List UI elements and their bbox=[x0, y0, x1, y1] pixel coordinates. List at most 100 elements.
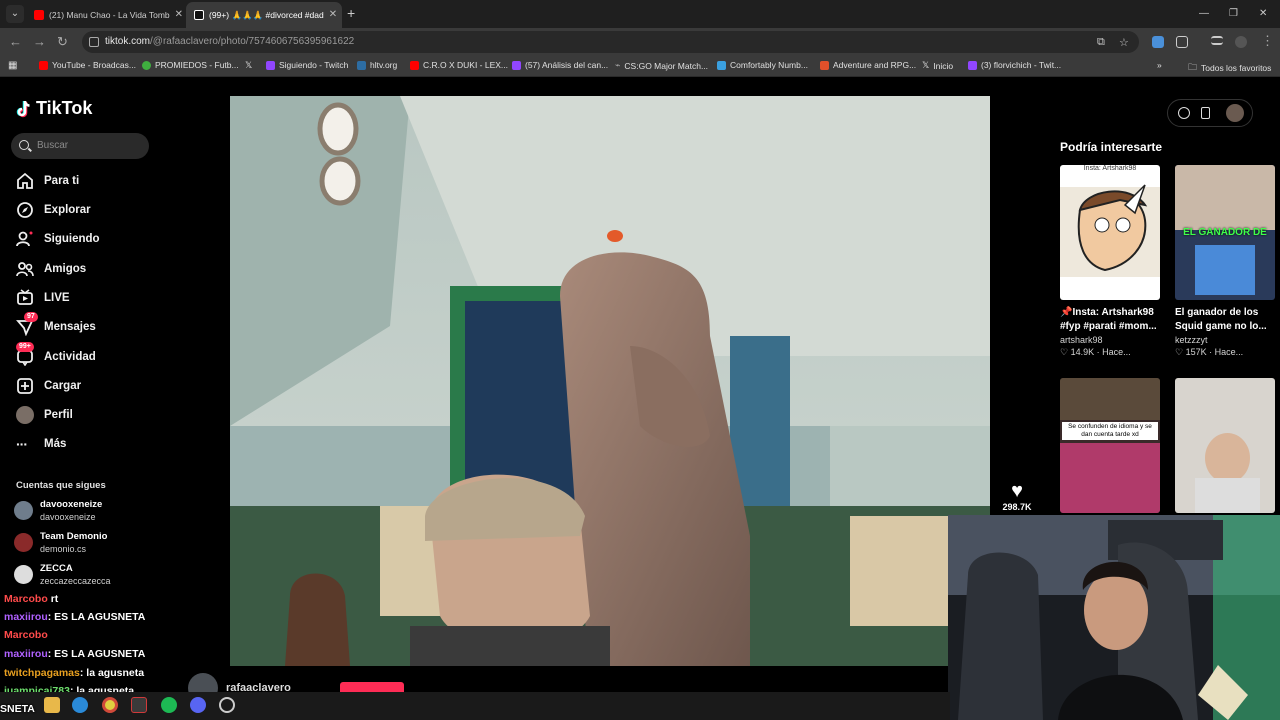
url-input[interactable]: tiktok.com/@rafaaclavero/photo/757460675… bbox=[82, 31, 1139, 53]
bookmark-item[interactable]: 𝕏 bbox=[245, 60, 252, 71]
nav-explorar[interactable]: Explorar bbox=[16, 199, 91, 221]
extension-icon[interactable] bbox=[1152, 36, 1164, 48]
nav-cargar[interactable]: Cargar bbox=[16, 375, 81, 397]
card-caption-tags: #fyp #parati #mom... bbox=[1060, 321, 1157, 332]
moai-museum-photo bbox=[230, 96, 990, 666]
menu-kebab-icon[interactable]: ⋮ bbox=[1261, 34, 1274, 47]
bookmark-item[interactable]: (3) florvichich - Twit... bbox=[968, 60, 1061, 70]
card-caption: El ganador de los bbox=[1175, 307, 1259, 318]
account-handle: demonio.cs bbox=[40, 544, 87, 554]
recommended-video[interactable]: Se confunden de idioma y se dan cuenta t… bbox=[1060, 378, 1160, 513]
coin-icon[interactable] bbox=[1178, 107, 1190, 119]
streamer-webcam-feed bbox=[948, 515, 1280, 720]
profile-avatar-icon[interactable] bbox=[1235, 36, 1247, 48]
account-name: Team Demonio bbox=[40, 531, 108, 542]
tab-tiktok[interactable]: (99+) 🙏🙏🙏 #divorced #dad ✕ bbox=[186, 2, 342, 28]
maximize-button[interactable]: ❐ bbox=[1229, 8, 1238, 19]
bookmark-item[interactable]: PROMIEDOS - Futb... bbox=[142, 60, 239, 70]
new-tab-button[interactable]: + bbox=[347, 6, 355, 20]
nav-mas[interactable]: ··· Más bbox=[16, 433, 66, 455]
bookmark-item[interactable]: Comfortably Numb... bbox=[717, 60, 808, 70]
spotify-icon[interactable] bbox=[161, 697, 177, 713]
bookmark-item[interactable]: 𝕏 Inicio bbox=[922, 60, 953, 71]
webcam-overlay bbox=[948, 515, 1280, 720]
install-app-icon[interactable]: ⧉ bbox=[1097, 36, 1105, 49]
discord-icon[interactable] bbox=[190, 697, 206, 713]
nav-label: LIVE bbox=[44, 292, 70, 304]
nav-label: Más bbox=[44, 438, 67, 450]
thumbnail-text: Se confunden de idioma y se dan cuenta t… bbox=[1062, 422, 1158, 440]
bookmark-item[interactable]: (57) Análisis del can... bbox=[512, 60, 608, 70]
bookmarks-bar: ▦ YouTube - Broadcas... PROMIEDOS - Futb… bbox=[0, 56, 1280, 77]
nav-live[interactable]: LIVE bbox=[16, 287, 70, 309]
video-thumbnail: EL GANADOR DE bbox=[1175, 165, 1275, 300]
thumbnail-text: EL GANADOR DE bbox=[1183, 227, 1267, 238]
apps-grid-icon[interactable]: ▦ bbox=[8, 60, 17, 71]
following-icon bbox=[16, 231, 33, 247]
like-button[interactable]: ♥ 298.7K bbox=[997, 480, 1037, 512]
device-icon[interactable] bbox=[1201, 107, 1210, 119]
game-icon bbox=[820, 60, 829, 70]
tiktok-logo-icon bbox=[16, 100, 30, 117]
twitch-icon bbox=[266, 60, 275, 70]
close-icon[interactable]: ✕ bbox=[175, 3, 182, 27]
nav-siguiendo[interactable]: Siguiendo bbox=[16, 228, 100, 250]
edge-icon[interactable] bbox=[72, 697, 88, 713]
file-explorer-icon[interactable] bbox=[44, 697, 60, 713]
like-count: 298.7K bbox=[1002, 502, 1032, 512]
logo-text: TikTok bbox=[36, 98, 93, 118]
site-info-icon[interactable] bbox=[89, 37, 99, 47]
search-input[interactable]: Buscar bbox=[11, 133, 149, 159]
extensions-puzzle-icon[interactable] bbox=[1176, 36, 1188, 48]
nav-label: Cargar bbox=[44, 380, 82, 392]
nav-label: Siguiendo bbox=[44, 233, 100, 245]
all-bookmarks-folder[interactable]: 🗀 Todos los favoritos bbox=[1188, 60, 1271, 76]
user-avatar[interactable] bbox=[1226, 104, 1244, 122]
tab-youtube[interactable]: (21) Manu Chao - La Vida Tomb ✕ bbox=[26, 2, 182, 28]
window-close-button[interactable]: ✕ bbox=[1259, 8, 1267, 19]
video-thumbnail: Insta: Artshark98 bbox=[1060, 165, 1160, 300]
nav-mensajes[interactable]: 97 Mensajes bbox=[16, 312, 96, 338]
following-account[interactable]: ZECCA zeccazeccazecca bbox=[14, 563, 111, 587]
card-caption-tags: Squid game no lo... bbox=[1175, 321, 1267, 332]
nav-label: Actividad bbox=[44, 351, 96, 363]
post-photo[interactable] bbox=[230, 96, 990, 666]
nav-actividad[interactable]: 99+ Actividad bbox=[16, 342, 96, 368]
more-bookmarks-chevron-icon[interactable]: » bbox=[1157, 60, 1162, 70]
following-section-title: Cuentas que sigues bbox=[16, 480, 106, 491]
following-account[interactable]: davooxeneize davooxeneize bbox=[14, 499, 102, 523]
heart-outline-icon: ♡ bbox=[1060, 347, 1069, 357]
close-icon[interactable]: ✕ bbox=[329, 3, 337, 27]
back-button[interactable]: ← bbox=[9, 35, 22, 48]
friends-icon bbox=[16, 262, 34, 277]
obs-icon[interactable] bbox=[219, 697, 235, 713]
following-account[interactable]: Team Demonio demonio.cs bbox=[14, 531, 107, 555]
nav-para-ti[interactable]: Para ti bbox=[16, 170, 79, 192]
bookmark-item[interactable]: Adventure and RPG... bbox=[820, 60, 916, 70]
bookmark-item[interactable]: C.R.O X DUKI - LEX... bbox=[410, 60, 508, 70]
bookmark-star-icon[interactable]: ☆ bbox=[1119, 36, 1129, 49]
tiktok-logo[interactable]: TikTok bbox=[16, 98, 92, 119]
minimize-button[interactable]: — bbox=[1199, 8, 1209, 19]
heart-icon: ♥ bbox=[1011, 480, 1023, 502]
video-thumbnail: Se confunden de idioma y se dan cuenta t… bbox=[1060, 378, 1160, 513]
chrome-icon[interactable] bbox=[102, 697, 118, 713]
tab-title: (99+) 🙏🙏🙏 #divorced #dad bbox=[209, 10, 324, 20]
bookmark-item[interactable]: hltv.org bbox=[357, 60, 397, 70]
forward-button[interactable]: → bbox=[33, 35, 46, 48]
home-icon bbox=[17, 172, 33, 189]
reload-button[interactable]: ↻ bbox=[57, 35, 68, 48]
recommended-video[interactable] bbox=[1175, 378, 1275, 513]
app-icon[interactable] bbox=[131, 697, 147, 713]
account-name: davooxeneize bbox=[40, 499, 103, 510]
tab-strip: ⌄ (21) Manu Chao - La Vida Tomb ✕ (99+) … bbox=[0, 0, 1280, 28]
bookmark-item[interactable]: YouTube - Broadcas... bbox=[39, 60, 136, 70]
bookmark-item[interactable]: ⌁ CS:GO Major Match... bbox=[615, 60, 708, 71]
reading-list-icon[interactable] bbox=[1211, 36, 1223, 45]
bookmark-item[interactable]: Siguiendo - Twitch bbox=[266, 60, 348, 70]
recommended-video[interactable]: Insta: Artshark98 📌Insta: Artshark98 #fyp… bbox=[1060, 165, 1160, 358]
nav-amigos[interactable]: Amigos bbox=[16, 258, 86, 280]
nav-perfil[interactable]: Perfil bbox=[16, 404, 73, 426]
recommended-video[interactable]: EL GANADOR DE El ganador de los Squid gam… bbox=[1175, 165, 1275, 358]
tab-search-chevron-icon[interactable]: ⌄ bbox=[6, 5, 24, 23]
